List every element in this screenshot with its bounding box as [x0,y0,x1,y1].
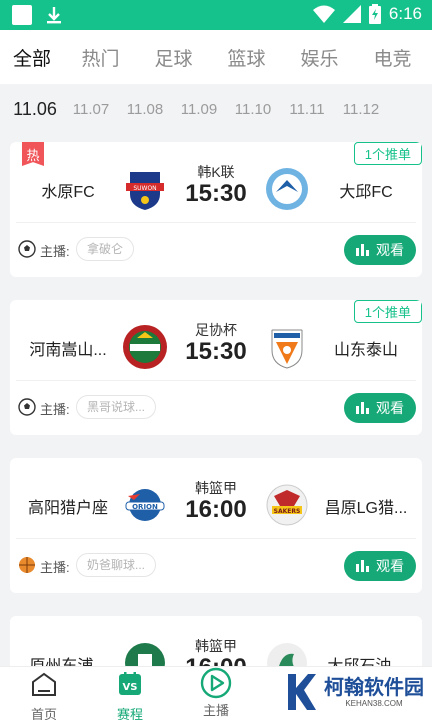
status-bar: 6:16 [0,0,432,30]
tab-esports[interactable]: 电竞 [356,44,429,71]
home-icon [32,672,56,696]
date-item[interactable]: 11.12 [334,101,388,118]
nav-anchor[interactable]: 主播 [186,667,246,719]
watch-label: 观看 [376,242,404,258]
bar-chart-icon [356,402,369,414]
signal-icon [342,5,361,23]
tab-hot[interactable]: 热门 [64,44,137,71]
nav-anchor-label: 主播 [202,703,229,718]
host-label: 主播: [40,560,70,575]
nav-home-label: 首页 [30,707,57,720]
nav-schedule-label: 赛程 [116,707,143,720]
away-team-name: 昌原LG猎... [324,500,408,517]
vs-schedule-icon: VS [119,672,141,695]
watch-label: 观看 [376,400,404,416]
date-item[interactable]: 11.07 [64,101,118,118]
date-item[interactable]: 11.08 [118,101,172,118]
date-item[interactable]: 11.06 [6,99,64,120]
watch-button[interactable]: 观看 [344,235,416,265]
host-chip[interactable]: 奶爸聊球... [76,553,157,577]
watch-label: 观看 [376,558,404,574]
battery-icon [368,4,381,24]
host-label: 主播: [40,402,70,417]
category-tabs: 全部 热门 足球 篮球 娱乐 电竞 [0,30,432,84]
notification-square-icon [12,5,32,25]
soccer-ball-icon [18,398,36,416]
host-chip[interactable]: 黑哥说球... [76,395,157,419]
status-time: 6:16 [388,4,422,23]
away-team-name: 山东泰山 [333,342,398,359]
nav-schedule[interactable]: VS 赛程 [100,671,160,720]
away-team-logo-icon [264,166,310,212]
bar-chart-icon [356,244,369,256]
bar-chart-icon [356,560,369,572]
watermark: 柯翰软件园 KEHAN38.COM [284,672,424,712]
watermark-name: 柯翰软件园 [324,676,424,699]
away-team-logo-icon: SAKERS [264,482,310,528]
match-card[interactable]: 1个推单 河南嵩山... 足协杯 15:30 山东泰山 主播: 黑哥说球... … [10,300,422,435]
host-chip[interactable]: 拿破仑 [76,237,135,261]
tab-entertainment[interactable]: 娱乐 [283,44,356,71]
wifi-icon [312,5,335,23]
away-team-logo-icon [264,324,310,370]
download-icon [44,5,64,25]
tab-football[interactable]: 足球 [137,44,210,71]
watch-button[interactable]: 观看 [344,551,416,581]
date-selector: 11.06 11.07 11.08 11.09 11.10 11.11 11.1… [0,84,432,134]
play-icon [200,667,232,699]
tab-basketball[interactable]: 篮球 [210,44,283,71]
date-item[interactable]: 11.11 [280,101,334,118]
away-team-name: 大邱FC [339,184,393,201]
soccer-ball-icon [18,240,36,258]
match-card[interactable]: 高阳猎户座 ORION 韩篮甲 16:00 SAKERS 昌原LG猎... 主播… [10,458,422,593]
host-label: 主播: [40,244,70,259]
basketball-icon [19,557,35,573]
watermark-domain: KEHAN38.COM [345,698,403,708]
nav-home[interactable]: 首页 [14,671,74,720]
date-item[interactable]: 11.10 [226,101,280,118]
watch-button[interactable]: 观看 [344,393,416,423]
match-card[interactable]: 热 1个推单 水原FC SUWON 韩K联 15:30 大邱FC 主播: 拿破仑… [10,142,422,277]
watermark-logo-icon [288,674,316,710]
svg-text:SAKERS: SAKERS [274,508,301,515]
tab-all[interactable]: 全部 [0,44,64,71]
date-item[interactable]: 11.09 [172,101,226,118]
svg-text:VS: VS [123,682,138,693]
